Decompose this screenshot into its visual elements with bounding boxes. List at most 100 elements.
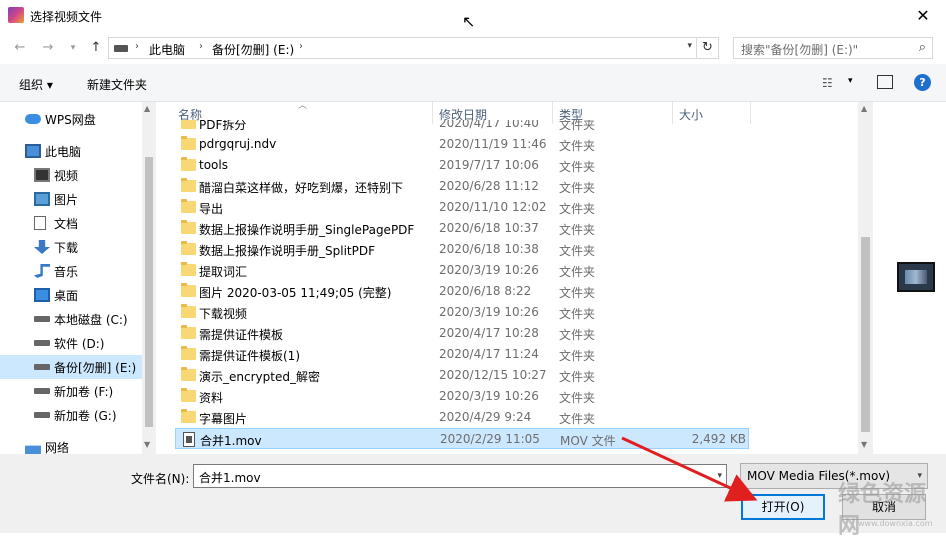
file-type: 文件夹 bbox=[559, 139, 596, 153]
file-row[interactable]: 需提供证件模板 2020/4/17 10:28 文件夹 bbox=[175, 323, 749, 344]
search-input[interactable]: 搜索"备份[勿删] (E:)" ⌕ bbox=[733, 37, 933, 59]
nav-scrollbar[interactable]: ▲ ▼ bbox=[142, 102, 156, 454]
file-name: 演示_encrypted_解密 bbox=[199, 370, 320, 384]
file-row[interactable]: 图片 2020-03-05 11;49;05 (完整) 2020/6/18 8:2… bbox=[175, 281, 749, 302]
file-date: 2020/6/28 11:12 bbox=[439, 179, 539, 193]
close-button[interactable]: ✕ bbox=[900, 0, 946, 32]
file-row[interactable]: 数据上报操作说明手册_SplitPDF 2020/6/18 10:38 文件夹 bbox=[175, 239, 749, 260]
recent-dropdown-icon[interactable]: ▾ bbox=[63, 38, 83, 58]
file-name: 图片 2020-03-05 11;49;05 (完整) bbox=[199, 286, 392, 300]
nav-item[interactable]: 视频 bbox=[0, 163, 142, 187]
file-row[interactable]: 资料 2020/3/19 10:26 文件夹 bbox=[175, 386, 749, 407]
new-folder-button[interactable]: 新建文件夹 bbox=[87, 76, 147, 93]
filename-input[interactable]: 合并1.mov ▾ bbox=[193, 464, 727, 488]
file-date: 2020/3/19 10:26 bbox=[439, 263, 539, 277]
scroll-up-icon[interactable]: ▲ bbox=[144, 104, 150, 113]
nav-item-label: 新加卷 (F:) bbox=[54, 385, 114, 399]
view-options-icon[interactable]: ☷ bbox=[822, 76, 840, 90]
file-row[interactable]: 提取词汇 2020/3/19 10:26 文件夹 bbox=[175, 260, 749, 281]
nav-item[interactable]: 网络 bbox=[0, 435, 142, 454]
file-row[interactable]: PDF拆分 2020/4/17 10:40 文件夹 bbox=[175, 120, 749, 134]
nav-item[interactable]: 此电脑 bbox=[0, 139, 142, 163]
breadcrumb-this-pc[interactable]: 此电脑 bbox=[149, 41, 185, 58]
nav-item-label: 文档 bbox=[54, 217, 79, 231]
help-icon[interactable]: ? bbox=[914, 74, 931, 91]
nav-item[interactable]: 新加卷 (G:) bbox=[0, 403, 142, 427]
scroll-down-icon[interactable]: ▼ bbox=[861, 440, 867, 449]
nav-item[interactable]: 音乐 bbox=[0, 259, 142, 283]
search-icon: ⌕ bbox=[918, 40, 926, 55]
nav-item[interactable]: 软件 (D:) bbox=[0, 331, 142, 355]
open-button[interactable]: 打开(O) bbox=[741, 494, 825, 520]
nav-item-label: 音乐 bbox=[54, 265, 79, 279]
app-icon bbox=[8, 7, 24, 23]
file-scroll-thumb[interactable] bbox=[861, 237, 870, 432]
file-row[interactable]: 需提供证件模板(1) 2020/4/17 11:24 文件夹 bbox=[175, 344, 749, 365]
folder-icon bbox=[181, 220, 196, 234]
documents-folder-icon bbox=[34, 216, 46, 230]
nav-item[interactable]: WPS网盘 bbox=[0, 107, 142, 131]
file-name-panel: 文件名(N): 合并1.mov ▾ MOV Media Files(*.mov)… bbox=[0, 454, 946, 533]
file-row[interactable]: 合并1.mov 2020/2/29 11:05 MOV 文件 2,492 KB bbox=[175, 428, 749, 449]
file-type: 文件夹 bbox=[559, 370, 596, 384]
filename-dropdown-icon[interactable]: ▾ bbox=[717, 471, 722, 481]
file-row[interactable]: tools 2019/7/17 10:06 文件夹 bbox=[175, 155, 749, 176]
refresh-icon[interactable]: ↻ bbox=[697, 37, 719, 59]
nav-item[interactable]: 备份[勿删] (E:) bbox=[0, 355, 142, 379]
nav-item[interactable]: 文档 bbox=[0, 211, 142, 235]
breadcrumb-chevron-icon[interactable]: › bbox=[199, 41, 203, 52]
folder-icon bbox=[181, 262, 196, 276]
file-row[interactable]: 醋溜白菜这样做，好吃到爆，还特别下 2020/6/28 11:12 文件夹 bbox=[175, 176, 749, 197]
nav-item-label: 软件 (D:) bbox=[54, 337, 105, 351]
file-type: 文件夹 bbox=[559, 349, 596, 363]
view-dropdown-icon[interactable]: ▾ bbox=[848, 76, 853, 86]
drive-icon bbox=[34, 412, 50, 418]
preview-pane-icon[interactable] bbox=[877, 75, 893, 89]
drive-icon bbox=[34, 364, 50, 370]
file-row[interactable]: 下载视频 2020/3/19 10:26 文件夹 bbox=[175, 302, 749, 323]
nav-item[interactable]: 图片 bbox=[0, 187, 142, 211]
folder-icon bbox=[181, 346, 196, 360]
file-name: 下载视频 bbox=[199, 307, 248, 321]
command-toolbar: 组织 ▾ 新建文件夹 ☷ ▾ ? bbox=[0, 64, 946, 102]
download-icon bbox=[34, 240, 50, 254]
nav-item[interactable]: 下载 bbox=[0, 235, 142, 259]
file-row[interactable]: 演示_encrypted_解密 2020/12/15 10:27 文件夹 bbox=[175, 365, 749, 386]
up-arrow-icon[interactable]: ↑ bbox=[86, 38, 106, 58]
watermark-logo: 绿色资源网 bbox=[838, 482, 927, 539]
nav-item-label: 下载 bbox=[54, 241, 79, 255]
search-placeholder: 搜索"备份[勿删] (E:)" bbox=[741, 43, 859, 57]
file-size: 2,492 KB bbox=[691, 432, 746, 446]
file-type: 文件夹 bbox=[559, 307, 596, 321]
scroll-down-icon[interactable]: ▼ bbox=[144, 440, 150, 449]
forward-arrow-icon[interactable]: → bbox=[38, 38, 58, 58]
video-file-icon bbox=[183, 432, 195, 447]
nav-item[interactable]: 桌面 bbox=[0, 283, 142, 307]
organize-menu[interactable]: 组织 ▾ bbox=[19, 76, 53, 93]
file-row[interactable]: pdrgqruj.ndv 2020/11/19 11:46 文件夹 bbox=[175, 134, 749, 155]
back-arrow-icon[interactable]: ← bbox=[10, 38, 30, 58]
file-date: 2020/6/18 10:37 bbox=[439, 221, 539, 235]
file-row[interactable]: 导出 2020/11/10 12:02 文件夹 bbox=[175, 197, 749, 218]
breadcrumb-chevron-icon[interactable]: › bbox=[299, 41, 303, 52]
mouse-cursor-icon: ↖ bbox=[462, 12, 476, 31]
nav-item-label: 图片 bbox=[54, 193, 79, 207]
file-type: 文件夹 bbox=[559, 328, 596, 342]
file-type: 文件夹 bbox=[559, 202, 596, 216]
filename-label: 文件名(N): bbox=[131, 472, 190, 486]
nav-item-label: 桌面 bbox=[54, 289, 79, 303]
file-type: MOV 文件 bbox=[560, 434, 616, 448]
nav-item-label: WPS网盘 bbox=[45, 113, 96, 127]
nav-item[interactable]: 本地磁盘 (C:) bbox=[0, 307, 142, 331]
address-dropdown-icon[interactable]: ▾ bbox=[687, 41, 692, 51]
file-row[interactable]: 字幕图片 2020/4/29 9:24 文件夹 bbox=[175, 407, 749, 428]
address-bar[interactable]: › 此电脑 › 备份[勿删] (E:) › ▾ bbox=[108, 37, 697, 59]
nav-item[interactable]: 新加卷 (F:) bbox=[0, 379, 142, 403]
nav-scroll-thumb[interactable] bbox=[145, 157, 153, 427]
file-row[interactable]: 数据上报操作说明手册_SinglePagePDF 2020/6/18 10:37 文… bbox=[175, 218, 749, 239]
breadcrumb-drive-e[interactable]: 备份[勿删] (E:) bbox=[212, 41, 294, 58]
computer-icon bbox=[25, 144, 41, 158]
breadcrumb-chevron-icon[interactable]: › bbox=[135, 41, 139, 52]
file-scrollbar[interactable]: ▲ ▼ bbox=[858, 102, 873, 454]
scroll-up-icon[interactable]: ▲ bbox=[861, 104, 867, 113]
